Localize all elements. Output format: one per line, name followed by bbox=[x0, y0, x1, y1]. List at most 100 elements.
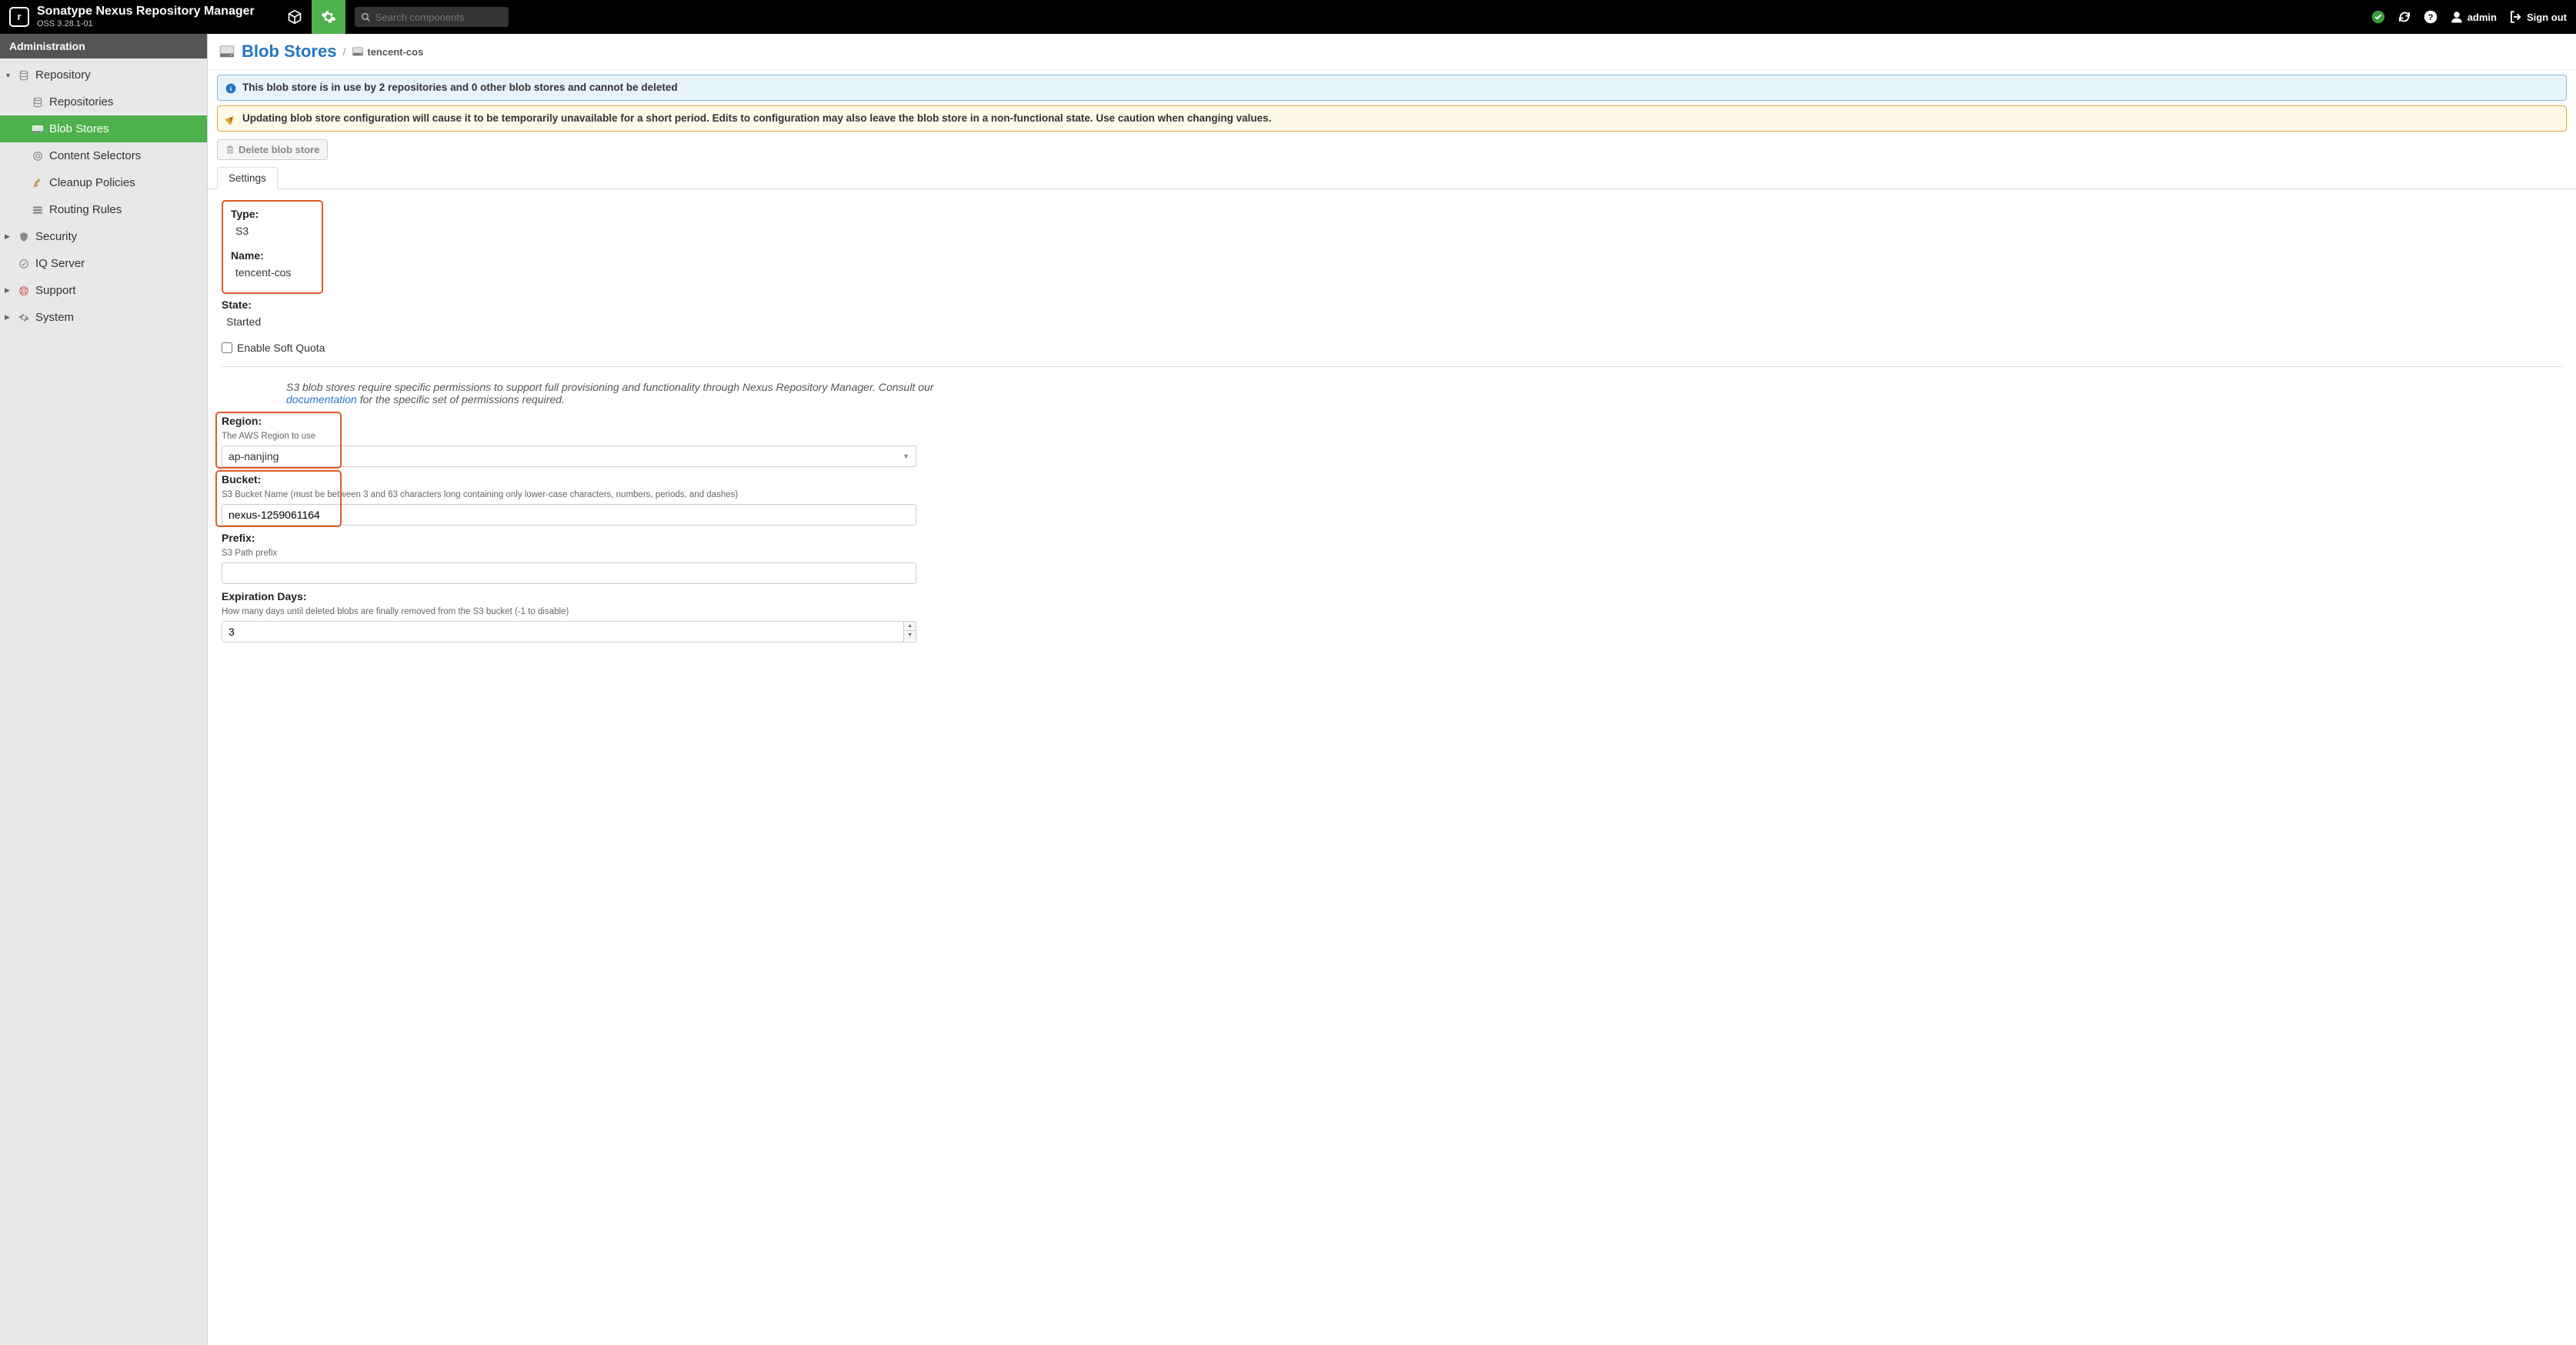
chevron-right-icon: ▶ bbox=[5, 313, 14, 322]
shield-icon bbox=[17, 231, 31, 243]
admin-mode-button[interactable] bbox=[312, 0, 345, 34]
sidebar-item-label: Cleanup Policies bbox=[49, 176, 135, 189]
sidebar-item-label: Repositories bbox=[49, 95, 113, 108]
product-name: Sonatype Nexus Repository Manager bbox=[37, 5, 255, 18]
hard-drive-icon bbox=[352, 46, 364, 57]
region-value: ap-nanjing bbox=[229, 450, 279, 462]
gear-icon bbox=[321, 9, 336, 25]
browse-mode-button[interactable] bbox=[278, 0, 312, 34]
broom-icon bbox=[31, 177, 45, 189]
sidebar-group-support[interactable]: ▶ Support bbox=[0, 277, 207, 304]
breadcrumb-separator: / bbox=[342, 45, 345, 58]
sidebar-item-label: Routing Rules bbox=[49, 203, 122, 216]
warning-alert-text: Updating blob store configuration will c… bbox=[242, 112, 1271, 124]
svg-text:!: ! bbox=[230, 117, 232, 122]
tab-bar: Settings bbox=[208, 166, 2576, 189]
chevron-down-icon: ▼ bbox=[903, 452, 909, 460]
admin-sidebar: Administration ▼ Repository Repositories… bbox=[0, 34, 208, 1345]
target-icon bbox=[31, 150, 45, 162]
spinner-up-button[interactable]: ▲ bbox=[904, 622, 916, 631]
state-label: State: bbox=[222, 299, 2562, 311]
search-box[interactable] bbox=[355, 7, 509, 27]
sidebar-item-content-selectors[interactable]: Content Selectors bbox=[0, 142, 207, 169]
refresh-button[interactable] bbox=[2397, 10, 2411, 24]
username-label: admin bbox=[2468, 12, 2497, 23]
help-icon: ? bbox=[2424, 10, 2438, 24]
chevron-right-icon: ▶ bbox=[5, 286, 14, 295]
warning-alert: ! Updating blob store configuration will… bbox=[217, 105, 2567, 132]
sidebar-item-blob-stores[interactable]: Blob Stores bbox=[0, 115, 207, 142]
sidebar-group-label: Support bbox=[35, 284, 76, 297]
page-header: Blob Stores / tencent-cos bbox=[208, 34, 2576, 70]
region-select[interactable]: ap-nanjing ▼ bbox=[222, 446, 916, 467]
sidebar-item-repositories[interactable]: Repositories bbox=[0, 88, 207, 115]
user-menu[interactable]: admin bbox=[2450, 10, 2497, 24]
breadcrumb-label: tencent-cos bbox=[367, 46, 423, 58]
check-circle-icon bbox=[2371, 10, 2385, 24]
cube-icon bbox=[287, 9, 302, 25]
delete-blob-store-button[interactable]: Delete blob store bbox=[217, 139, 328, 160]
sidebar-item-iq-server[interactable]: IQ Server bbox=[0, 250, 207, 277]
bucket-input[interactable] bbox=[222, 504, 916, 526]
page-title[interactable]: Blob Stores bbox=[242, 42, 336, 62]
expiration-help: How many days until deleted blobs are fi… bbox=[222, 607, 2562, 616]
chevron-down-icon: ▼ bbox=[5, 72, 14, 79]
bucket-label: Bucket: bbox=[222, 473, 2562, 486]
type-label: Type: bbox=[231, 208, 314, 220]
iq-icon bbox=[17, 258, 31, 270]
hard-drive-icon bbox=[219, 45, 235, 58]
gear-icon bbox=[17, 312, 31, 324]
route-icon bbox=[31, 204, 45, 216]
region-help: The AWS Region to use bbox=[222, 432, 2562, 441]
search-input[interactable] bbox=[375, 12, 483, 23]
sidebar-item-routing-rules[interactable]: Routing Rules bbox=[0, 196, 207, 223]
sidebar-group-security[interactable]: ▶ Security bbox=[0, 223, 207, 250]
settings-form: Type: S3 Name: tencent-cos State: Starte… bbox=[208, 189, 2576, 669]
sidebar-item-label: Blob Stores bbox=[49, 122, 109, 135]
health-check-button[interactable] bbox=[2371, 10, 2385, 24]
hard-drive-icon bbox=[31, 123, 45, 135]
breadcrumb-current: tencent-cos bbox=[352, 46, 423, 58]
refresh-icon bbox=[2397, 10, 2411, 24]
s3-permissions-note: S3 blob stores require specific permissi… bbox=[222, 376, 960, 415]
prefix-label: Prefix: bbox=[222, 532, 2562, 544]
user-icon bbox=[2450, 10, 2464, 24]
product-title-block: Sonatype Nexus Repository Manager OSS 3.… bbox=[37, 5, 255, 28]
spinner-down-button[interactable]: ▼ bbox=[904, 631, 916, 639]
state-value: Started bbox=[222, 315, 2562, 335]
region-label: Region: bbox=[222, 415, 2562, 427]
soft-quota-label: Enable Soft Quota bbox=[237, 342, 325, 354]
sidebar-item-label: Content Selectors bbox=[49, 149, 141, 162]
expiration-input[interactable] bbox=[222, 621, 903, 642]
tab-settings[interactable]: Settings bbox=[217, 167, 278, 189]
sidebar-item-cleanup-policies[interactable]: Cleanup Policies bbox=[0, 169, 207, 196]
highlight-type-name: Type: S3 Name: tencent-cos bbox=[222, 200, 323, 294]
signout-icon bbox=[2509, 10, 2523, 24]
expiration-label: Expiration Days: bbox=[222, 590, 2562, 602]
info-icon: i bbox=[225, 83, 236, 94]
sidebar-group-label: Security bbox=[35, 230, 77, 243]
sidebar-group-label: System bbox=[35, 311, 74, 324]
sidebar-group-repository[interactable]: ▼ Repository bbox=[0, 62, 207, 88]
product-logo bbox=[9, 7, 29, 27]
trash-icon bbox=[225, 145, 235, 155]
bucket-help: S3 Bucket Name (must be between 3 and 63… bbox=[222, 490, 2562, 499]
sidebar-group-system[interactable]: ▶ System bbox=[0, 304, 207, 331]
info-alert: i This blob store is in use by 2 reposit… bbox=[217, 75, 2567, 101]
soft-quota-checkbox[interactable] bbox=[222, 342, 232, 353]
search-icon bbox=[361, 12, 371, 22]
help-button[interactable]: ? bbox=[2424, 10, 2438, 24]
database-icon bbox=[31, 96, 45, 108]
signout-button[interactable]: Sign out bbox=[2509, 10, 2567, 24]
sidebar-item-label: IQ Server bbox=[35, 257, 85, 270]
main-content: Blob Stores / tencent-cos i This blob st… bbox=[208, 34, 2576, 1345]
prefix-input[interactable] bbox=[222, 562, 916, 584]
warning-icon: ! bbox=[225, 114, 236, 125]
svg-text:?: ? bbox=[2428, 13, 2433, 22]
signout-label: Sign out bbox=[2527, 12, 2567, 23]
divider bbox=[222, 366, 2562, 367]
database-icon bbox=[17, 69, 31, 82]
sidebar-group-label: Repository bbox=[35, 68, 91, 82]
documentation-link[interactable]: documentation bbox=[286, 393, 357, 406]
delete-button-label: Delete blob store bbox=[239, 144, 319, 155]
